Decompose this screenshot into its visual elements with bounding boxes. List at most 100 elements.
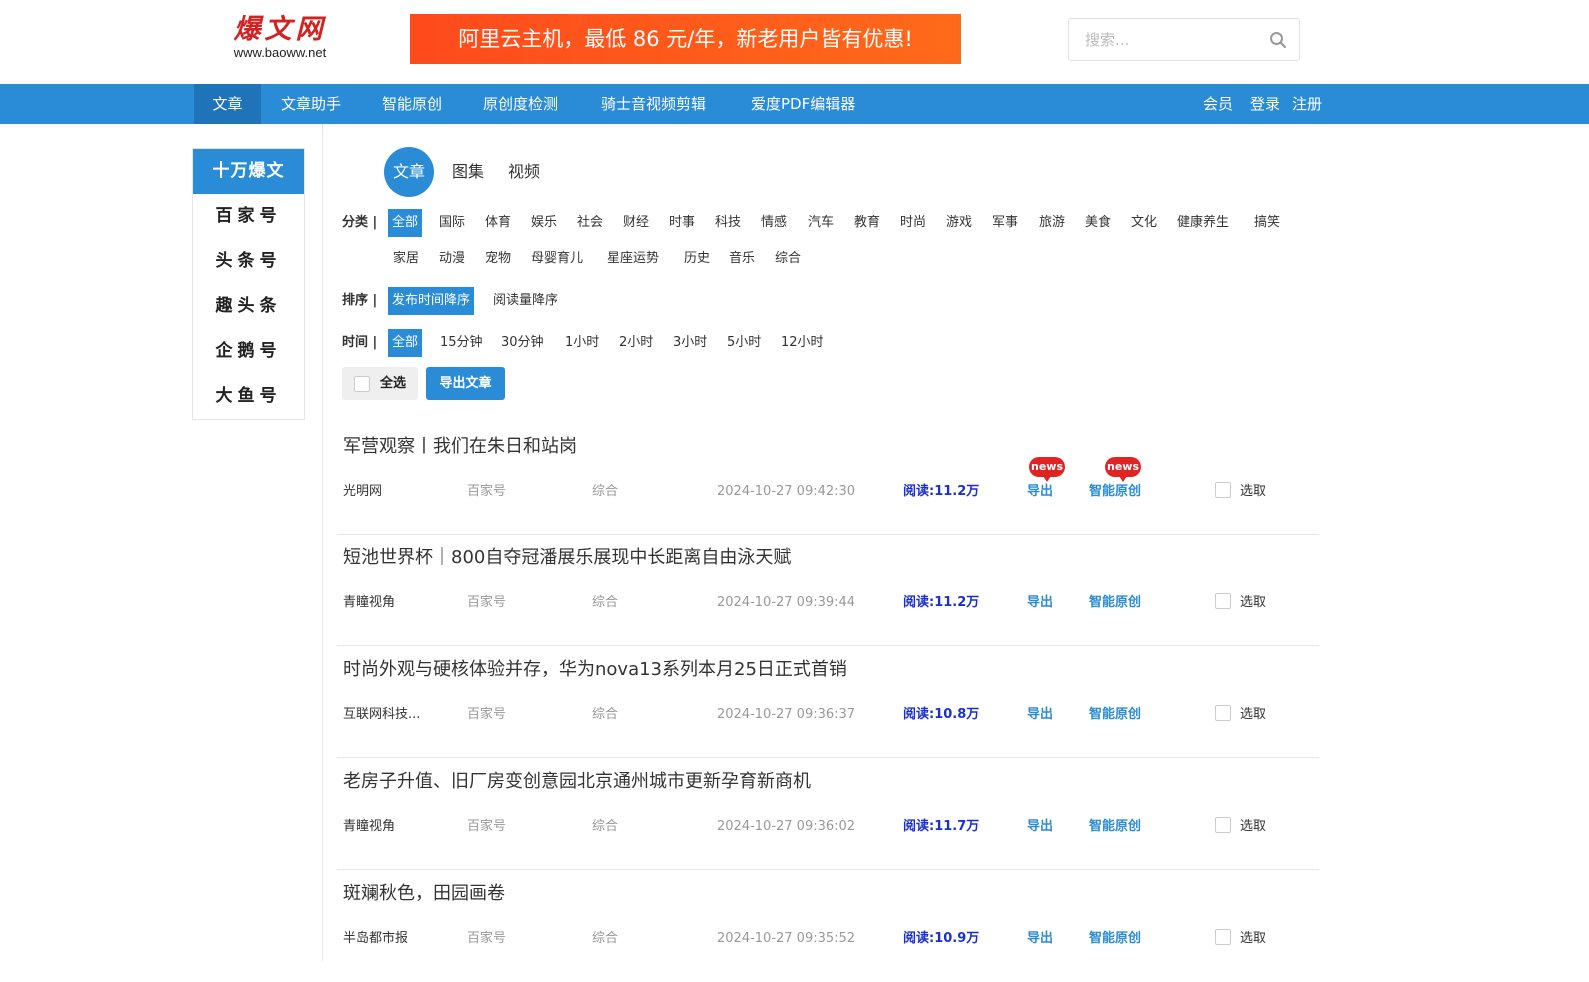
site-logo[interactable]: 爆文网 www.baoww.net (224, 14, 336, 64)
category-option-row2-3[interactable]: 母婴育儿 (527, 245, 587, 273)
article-smart-original-link[interactable]: 智能原创 (1089, 705, 1141, 725)
article-export-link[interactable]: 导出 (1027, 593, 1053, 613)
article-smart-original-link[interactable]: 智能原创 (1089, 482, 1141, 502)
category-option-5[interactable]: 财经 (619, 209, 653, 237)
category-option-row2-5[interactable]: 历史 (680, 245, 714, 273)
category-option-14[interactable]: 旅游 (1035, 209, 1069, 237)
category-option-17[interactable]: 健康养生 (1173, 209, 1233, 237)
category-option-row2-0[interactable]: 家居 (389, 245, 423, 273)
article-smart-original-link[interactable]: 智能原创 (1089, 593, 1141, 613)
article-smart-original-link[interactable]: 智能原创 (1089, 817, 1141, 837)
time-option-5[interactable]: 3小时 (669, 329, 711, 357)
sidebar-item-top-articles[interactable]: 十万爆文 (193, 149, 304, 194)
category-option-row2-7[interactable]: 综合 (771, 245, 805, 273)
nav-item-originality-check[interactable]: 原创度检测 (483, 84, 558, 124)
article-platform: 百家号 (467, 707, 507, 722)
sidebar-item-qiehao[interactable]: 企鹅号 (193, 329, 304, 374)
category-option-row2-2[interactable]: 宠物 (481, 245, 515, 273)
nav-item-article-assistant[interactable]: 文章助手 (281, 84, 341, 124)
sidebar-item-baijiahao[interactable]: 百家号 (193, 194, 304, 239)
category-option-11[interactable]: 时尚 (896, 209, 930, 237)
article-select-label: 选取 (1240, 595, 1267, 610)
category-option-18[interactable]: 搞笑 (1250, 209, 1284, 237)
nav-item-articles[interactable]: 文章 (194, 84, 261, 124)
category-option-8[interactable]: 情感 (757, 209, 791, 237)
category-option-12[interactable]: 游戏 (942, 209, 976, 237)
checkbox-box (1215, 482, 1231, 498)
nav-item-smart-original[interactable]: 智能原创 (382, 84, 442, 124)
search-icon[interactable] (1269, 31, 1287, 49)
article-category: 综合 (592, 931, 619, 946)
article-export-link[interactable]: 导出 (1027, 705, 1053, 725)
sort-option-time-desc[interactable]: 发布时间降序 (388, 287, 475, 315)
category-option-2[interactable]: 体育 (481, 209, 515, 237)
article-platform: 百家号 (467, 484, 507, 499)
category-option-16[interactable]: 文化 (1127, 209, 1161, 237)
logo-text: 爆文网 (233, 14, 327, 45)
article-select-checkbox[interactable]: 选取 (1215, 482, 1266, 502)
category-option-0[interactable]: 全部 (388, 209, 423, 237)
checkbox-box (1215, 705, 1231, 721)
article-export-link[interactable]: 导出 (1027, 929, 1053, 949)
article-title[interactable]: 短池世界杯｜800自夺冠潘展乐展现中长距离自由泳天赋 (343, 543, 791, 569)
nav-member-link[interactable]: 会员 (1203, 84, 1233, 124)
time-option-1[interactable]: 15分钟 (436, 329, 487, 357)
export-articles-button[interactable]: 导出文章 (426, 367, 505, 400)
category-option-4[interactable]: 社会 (573, 209, 607, 237)
article-title[interactable]: 时尚外观与硬核体验并存，华为nova13系列本月25日正式首销 (343, 655, 847, 681)
category-option-15[interactable]: 美食 (1081, 209, 1115, 237)
tab-articles[interactable]: 文章 (384, 147, 434, 197)
article-select-checkbox[interactable]: 选取 (1215, 593, 1266, 613)
nav-register-link[interactable]: 注册 (1292, 84, 1322, 124)
time-option-2[interactable]: 30分钟 (497, 329, 548, 357)
article-row: 时尚外观与硬核体验并存，华为nova13系列本月25日正式首销 互联网科技... 百… (337, 647, 1319, 758)
sort-option-reads-desc[interactable]: 阅读量降序 (489, 287, 562, 315)
article-export-link[interactable]: 导出 (1027, 482, 1053, 502)
category-option-1[interactable]: 国际 (435, 209, 469, 237)
article-row: 短池世界杯｜800自夺冠潘展乐展现中长距离自由泳天赋 青瞳视角 百家号 综合 2024-… (337, 535, 1319, 646)
article-select-checkbox[interactable]: 选取 (1215, 705, 1266, 725)
time-option-7[interactable]: 12小时 (777, 329, 828, 357)
ad-banner[interactable]: 阿里云主机，最低 86 元/年，新老用户皆有优惠! (410, 14, 961, 64)
sidebar-item-dayuhao[interactable]: 大鱼号 (193, 374, 304, 419)
article-time: 2024-10-27 09:36:02 (717, 819, 856, 834)
nav-item-pdf-editor[interactable]: 爱度PDF编辑器 (751, 84, 855, 124)
article-title[interactable]: 斑斓秋色，田园画卷 (343, 879, 505, 905)
category-option-row2-1[interactable]: 动漫 (435, 245, 469, 273)
time-option-6[interactable]: 5小时 (723, 329, 765, 357)
category-option-row2-4[interactable]: 星座运势 (603, 245, 663, 273)
article-row: 军营观察丨我们在朱日和站岗 光明网 百家号 综合 2024-10-27 09:42:30… (337, 424, 1319, 535)
article-select-checkbox[interactable]: 选取 (1215, 817, 1266, 837)
category-option-row2-6[interactable]: 音乐 (725, 245, 759, 273)
article-category: 综合 (592, 707, 619, 722)
nav-login-link[interactable]: 登录 (1250, 84, 1280, 124)
article-select-checkbox[interactable]: 选取 (1215, 929, 1266, 949)
category-option-10[interactable]: 教育 (850, 209, 884, 237)
article-title[interactable]: 老房子升值、旧厂房变创意园北京通州城市更新孕育新商机 (343, 767, 811, 793)
nav-item-video-editor[interactable]: 骑士音视频剪辑 (601, 84, 706, 124)
tab-video[interactable]: 视频 (508, 147, 540, 197)
article-smart-original-link[interactable]: 智能原创 (1089, 929, 1141, 949)
sort-filter-label: 排序 | (342, 293, 378, 308)
sidebar-item-toutiao[interactable]: 头条号 (193, 239, 304, 284)
article-read-count: 阅读:10.9万 (903, 931, 980, 946)
article-source: 青瞳视角 (343, 819, 396, 834)
category-option-9[interactable]: 汽车 (804, 209, 838, 237)
search-input[interactable] (1069, 19, 1254, 60)
select-all-checkbox[interactable]: 全选 (342, 367, 418, 400)
tab-gallery[interactable]: 图集 (452, 147, 484, 197)
article-title[interactable]: 军营观察丨我们在朱日和站岗 (343, 432, 577, 458)
category-option-13[interactable]: 军事 (988, 209, 1022, 237)
time-option-3[interactable]: 1小时 (561, 329, 603, 357)
category-option-7[interactable]: 科技 (711, 209, 745, 237)
article-time: 2024-10-27 09:39:44 (717, 595, 856, 610)
article-platform: 百家号 (467, 819, 507, 834)
article-export-link[interactable]: 导出 (1027, 817, 1053, 837)
article-platform: 百家号 (467, 931, 507, 946)
checkbox-box (1215, 817, 1231, 833)
time-option-0[interactable]: 全部 (388, 329, 423, 357)
category-option-6[interactable]: 时事 (665, 209, 699, 237)
category-option-3[interactable]: 娱乐 (527, 209, 561, 237)
sidebar-item-qutoutiao[interactable]: 趣头条 (193, 284, 304, 329)
time-option-4[interactable]: 2小时 (615, 329, 657, 357)
